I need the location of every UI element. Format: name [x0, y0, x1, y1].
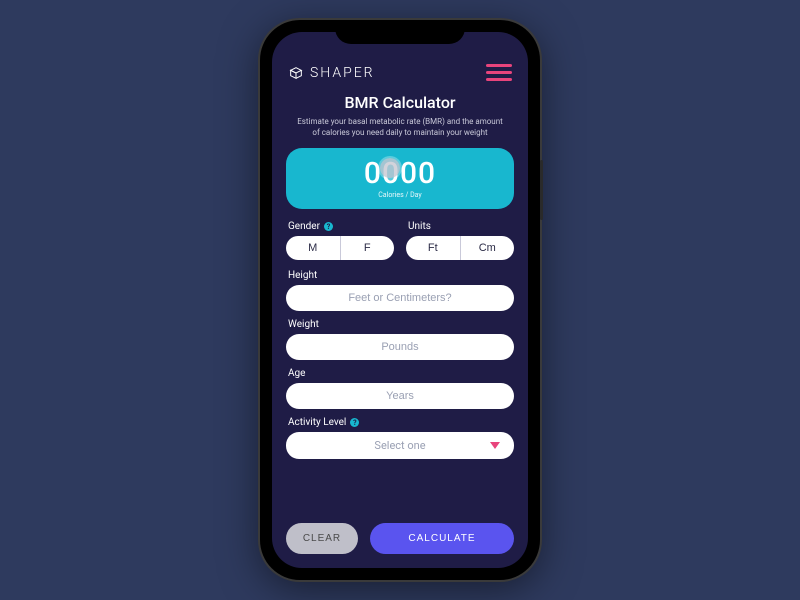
page-title: BMR Calculator [286, 93, 514, 112]
height-label: Height [288, 270, 317, 281]
gender-segmented: M F [286, 236, 394, 260]
result-value: 0000 [286, 156, 514, 191]
clear-button[interactable]: CLEAR [286, 523, 358, 554]
weight-label: Weight [288, 319, 319, 330]
activity-select-placeholder: Select one [374, 439, 425, 452]
units-segmented: Ft Cm [406, 236, 514, 260]
help-icon[interactable]: ? [324, 222, 333, 231]
result-card: 0000 Calories / Day [286, 148, 514, 209]
gender-label: Gender [288, 221, 320, 232]
help-icon[interactable]: ? [350, 418, 359, 427]
gender-female-button[interactable]: F [341, 236, 395, 260]
units-ft-button[interactable]: Ft [406, 236, 461, 260]
age-label: Age [288, 368, 305, 379]
brand-name: SHAPER [310, 65, 375, 81]
logo-icon [288, 65, 304, 81]
phone-notch [335, 20, 465, 44]
gender-male-button[interactable]: M [286, 236, 341, 260]
result-unit: Calories / Day [286, 191, 514, 199]
hamburger-icon [486, 64, 512, 67]
page-subtitle: Estimate your basal metabolic rate (BMR)… [296, 116, 504, 138]
weight-input[interactable] [286, 334, 514, 360]
age-input[interactable] [286, 383, 514, 409]
height-input[interactable] [286, 285, 514, 311]
menu-button[interactable] [486, 64, 512, 81]
activity-label: Activity Level [288, 417, 346, 428]
calculate-button[interactable]: CALCULATE [370, 523, 514, 554]
units-label: Units [408, 221, 431, 232]
phone-frame: SHAPER BMR Calculator Estimate your basa… [260, 20, 540, 580]
chevron-down-icon [490, 442, 500, 449]
brand: SHAPER [288, 65, 375, 81]
app-screen: SHAPER BMR Calculator Estimate your basa… [272, 32, 528, 568]
units-cm-button[interactable]: Cm [461, 236, 515, 260]
activity-select[interactable]: Select one [286, 432, 514, 459]
